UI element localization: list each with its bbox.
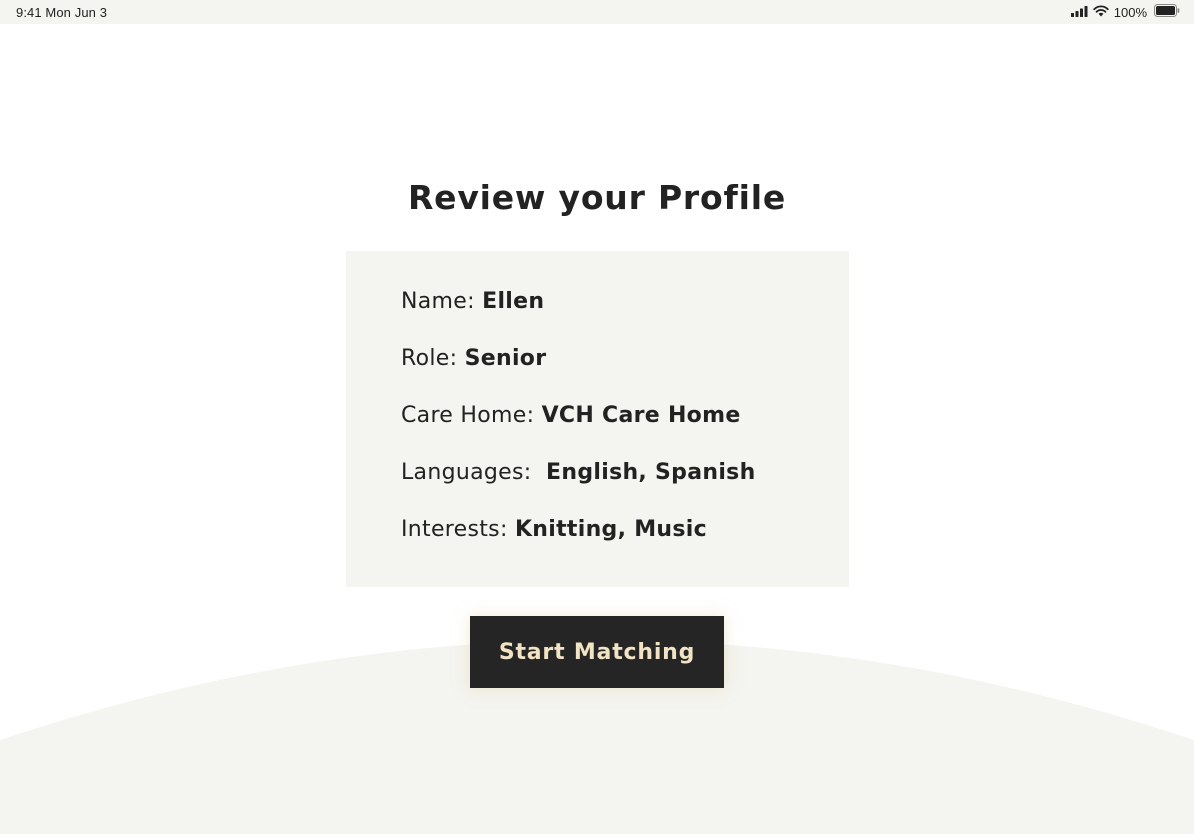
profile-row-interests: Interests: Knitting, Music (401, 515, 849, 572)
interests-label: Interests: (401, 517, 515, 542)
profile-summary-card: Name: Ellen Role: Senior Care Home: VCH … (346, 251, 849, 587)
profile-row-care-home: Care Home: VCH Care Home (401, 401, 849, 458)
languages-label: Languages: (401, 460, 547, 485)
name-label: Name: (401, 289, 483, 314)
role-value: Senior (464, 346, 547, 371)
interests-value: Knitting, Music (514, 517, 707, 542)
languages-value: English, Spanish (546, 460, 756, 485)
start-matching-button[interactable]: Start Matching (470, 616, 724, 688)
role-label: Role: (401, 346, 465, 371)
page-title: Review your Profile (407, 178, 787, 217)
profile-row-name: Name: Ellen (401, 287, 849, 344)
care-home-value: VCH Care Home (541, 403, 741, 428)
care-home-label: Care Home: (401, 403, 542, 428)
name-value: Ellen (482, 289, 545, 314)
profile-row-languages: Languages: English, Spanish (401, 458, 849, 515)
profile-row-role: Role: Senior (401, 344, 849, 401)
